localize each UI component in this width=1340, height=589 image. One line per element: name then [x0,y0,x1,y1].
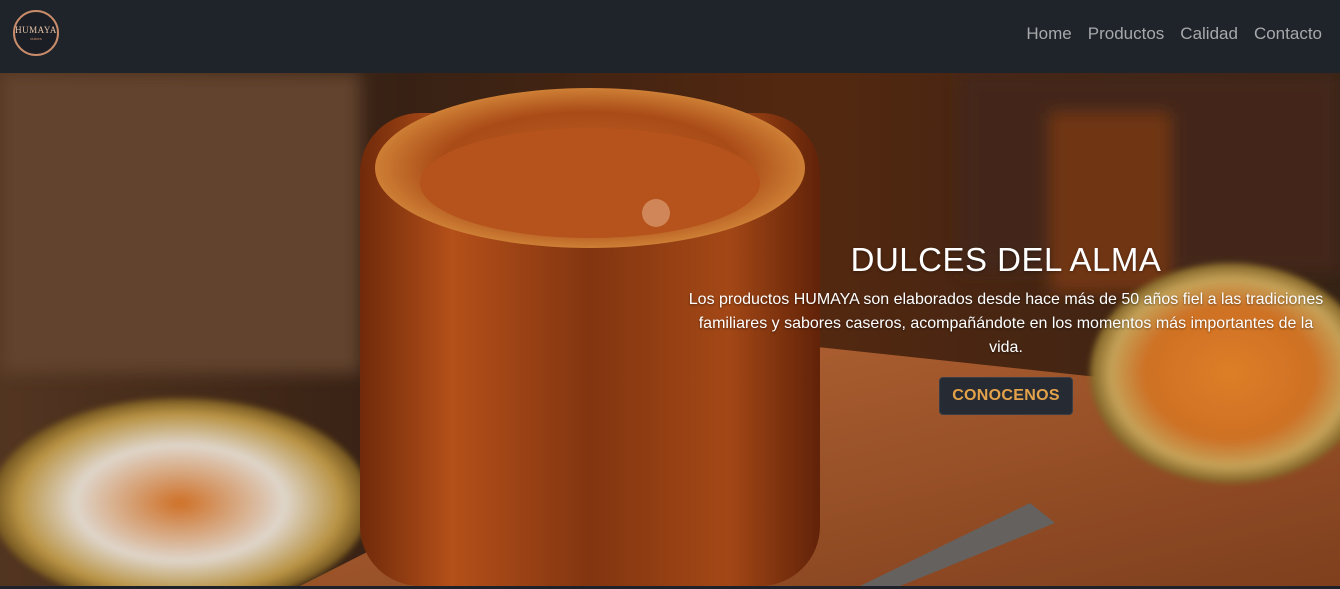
nav-item-productos[interactable]: Productos [1088,22,1165,46]
navbar: HUMAYA dulces Home Productos Calidad Con… [0,0,1340,73]
hero-title: DULCES DEL ALMA [850,241,1162,278]
brand-logo[interactable]: HUMAYA dulces [13,10,59,56]
hero-content: DULCES DEL ALMA Los productos HUMAYA son… [673,238,1339,415]
hero-description: Los productos HUMAYA son elaborados desd… [688,291,1324,356]
logo-subtext: dulces [30,35,42,41]
nav-item-contacto[interactable]: Contacto [1254,22,1322,46]
nav-item-home[interactable]: Home [1026,22,1071,46]
nav-links: Home Productos Calidad Contacto [1026,22,1322,46]
conocenos-button[interactable]: CONOCENOS [939,377,1073,415]
nav-item-calidad[interactable]: Calidad [1180,22,1238,46]
hero-section: DULCES DEL ALMA Los productos HUMAYA son… [0,73,1340,586]
logo-text: HUMAYA [15,24,57,35]
